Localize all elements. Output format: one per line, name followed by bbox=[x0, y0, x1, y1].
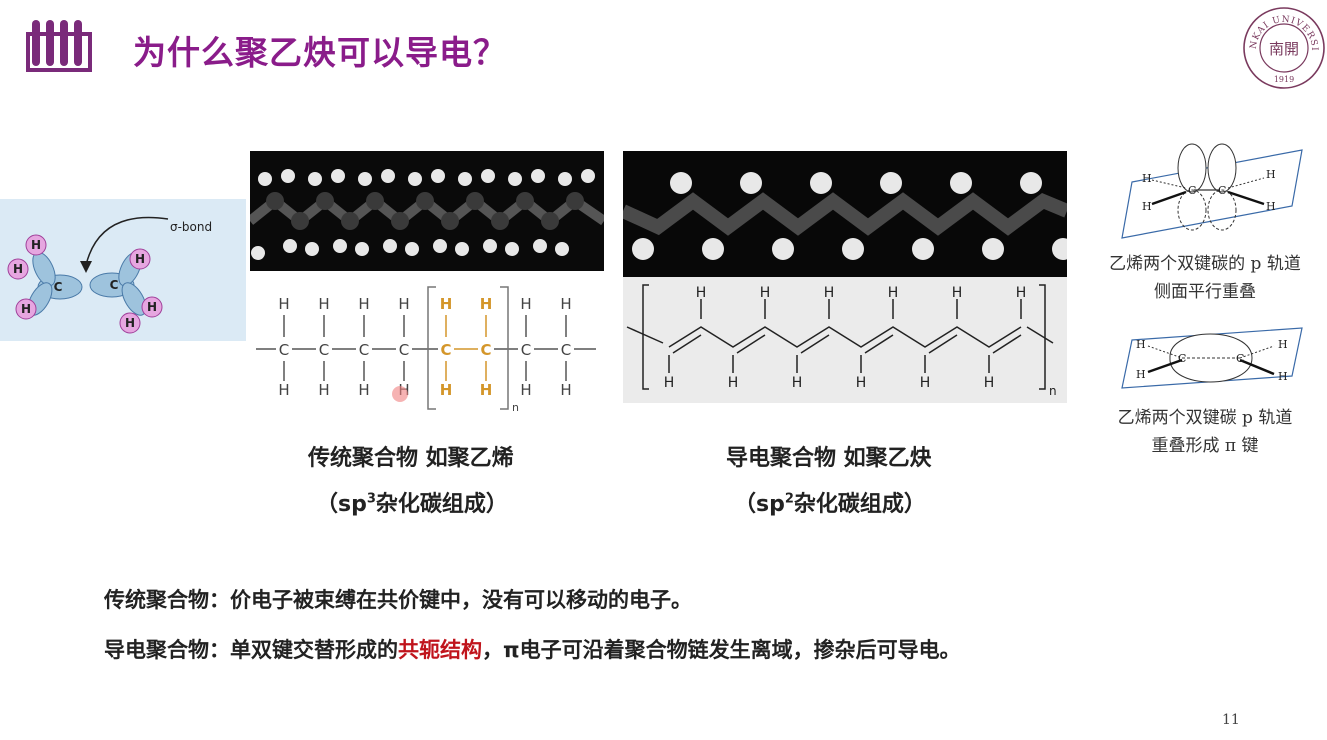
svg-text:H: H bbox=[147, 300, 157, 314]
slide-title: 为什么聚乙炔可以导电？ bbox=[133, 33, 507, 72]
svg-text:H: H bbox=[1278, 370, 1288, 383]
svg-text:C: C bbox=[399, 341, 409, 359]
polyacetylene-caption: 导电聚合物 如聚乙炔 bbox=[726, 446, 932, 471]
polyacetylene-structural-formula: H H H H H H H H H H H H n bbox=[623, 277, 1067, 403]
svg-text:C: C bbox=[521, 341, 531, 359]
seal-year: 1919 bbox=[1274, 75, 1294, 84]
svg-text:H: H bbox=[358, 295, 369, 313]
statement-conductive: 导电聚合物：单双键交替形成的共轭结构，π电子可沿着聚合物链发生离域，掺杂后可导电… bbox=[104, 638, 961, 662]
svg-text:H: H bbox=[728, 375, 739, 391]
svg-text:H: H bbox=[358, 381, 369, 399]
svg-text:H: H bbox=[1136, 338, 1146, 351]
pi-bond-figure: H H H H C C bbox=[1121, 327, 1303, 389]
svg-text:H: H bbox=[1266, 200, 1276, 213]
svg-text:H: H bbox=[278, 381, 289, 399]
svg-text:H: H bbox=[13, 262, 23, 276]
sigma-bond-label: σ-bond bbox=[170, 220, 212, 234]
seal-center-text: 南開 bbox=[1269, 40, 1299, 58]
svg-text:H: H bbox=[440, 381, 453, 399]
orbital-top-caption: 乙烯两个双键碳的 p 轨道 侧面平行重叠 bbox=[1109, 254, 1301, 302]
svg-text:C: C bbox=[440, 341, 451, 359]
polyethylene-caption: 传统聚合物 如聚乙烯 bbox=[308, 446, 514, 471]
svg-text:C: C bbox=[319, 341, 329, 359]
orbital-bottom-caption: 乙烯两个双键碳 p 轨道 重叠形成 π 键 bbox=[1117, 408, 1293, 456]
svg-text:H: H bbox=[278, 295, 289, 313]
svg-text:C: C bbox=[1218, 184, 1226, 197]
svg-text:C: C bbox=[1178, 352, 1186, 365]
polyethylene-3d-model bbox=[250, 151, 604, 271]
svg-text:H: H bbox=[398, 295, 409, 313]
svg-text:C: C bbox=[110, 278, 119, 292]
svg-text:H: H bbox=[318, 381, 329, 399]
polyacetylene-subcaption: （sp2杂化碳组成） bbox=[734, 491, 926, 517]
svg-text:C: C bbox=[480, 341, 491, 359]
svg-text:H: H bbox=[520, 381, 531, 399]
svg-text:H: H bbox=[664, 375, 675, 391]
svg-text:H: H bbox=[760, 285, 771, 301]
svg-text:n: n bbox=[1049, 384, 1057, 398]
highlight-conjugated: 共轭结构 bbox=[398, 638, 482, 662]
svg-text:H: H bbox=[125, 316, 135, 330]
svg-text:H: H bbox=[520, 295, 531, 313]
test-tube-rack-icon bbox=[26, 20, 92, 72]
nankai-university-seal: NANKAI UNIVERSITY 南開 1919 bbox=[1242, 6, 1325, 89]
statement-traditional: 传统聚合物：价电子被束缚在共价键中，没有可以移动的电子。 bbox=[104, 588, 692, 612]
svg-text:H: H bbox=[1266, 168, 1276, 181]
svg-text:H: H bbox=[984, 375, 995, 391]
svg-text:H: H bbox=[792, 375, 803, 391]
svg-text:H: H bbox=[560, 295, 571, 313]
svg-text:H: H bbox=[1136, 368, 1146, 381]
p-orbital-parallel-figure: H H H H C C bbox=[1121, 143, 1303, 239]
svg-text:H: H bbox=[1142, 200, 1152, 213]
svg-text:H: H bbox=[318, 295, 329, 313]
svg-text:H: H bbox=[856, 375, 867, 391]
svg-text:H: H bbox=[31, 238, 41, 252]
svg-text:n: n bbox=[512, 401, 519, 413]
svg-text:H: H bbox=[440, 295, 453, 313]
svg-text:H: H bbox=[696, 285, 707, 301]
svg-text:H: H bbox=[888, 285, 899, 301]
svg-text:C: C bbox=[54, 280, 63, 294]
svg-text:H: H bbox=[1016, 285, 1027, 301]
polyethylene-subcaption: （sp3杂化碳组成） bbox=[316, 491, 508, 517]
svg-text:C: C bbox=[359, 341, 369, 359]
svg-text:H: H bbox=[824, 285, 835, 301]
svg-text:H: H bbox=[1142, 172, 1152, 185]
svg-text:C: C bbox=[561, 341, 571, 359]
sigma-bond-figure: σ-bond H H H H H H C C bbox=[0, 199, 246, 341]
polyacetylene-3d-model bbox=[623, 151, 1067, 277]
svg-text:C: C bbox=[1236, 352, 1244, 365]
svg-text:C: C bbox=[279, 341, 289, 359]
svg-text:H: H bbox=[952, 285, 963, 301]
svg-text:C: C bbox=[1188, 184, 1196, 197]
svg-text:H: H bbox=[480, 381, 493, 399]
svg-text:H: H bbox=[560, 381, 571, 399]
svg-text:H: H bbox=[480, 295, 493, 313]
svg-text:H: H bbox=[135, 252, 145, 266]
polyethylene-structural-formula: HH HH HH CC CC CC HH HH HH HH CC HH n bbox=[256, 286, 596, 413]
svg-text:H: H bbox=[1278, 338, 1288, 351]
svg-text:H: H bbox=[920, 375, 931, 391]
svg-text:H: H bbox=[21, 302, 31, 316]
page-number: 11 bbox=[1222, 712, 1240, 728]
pointer-dot bbox=[392, 386, 408, 402]
